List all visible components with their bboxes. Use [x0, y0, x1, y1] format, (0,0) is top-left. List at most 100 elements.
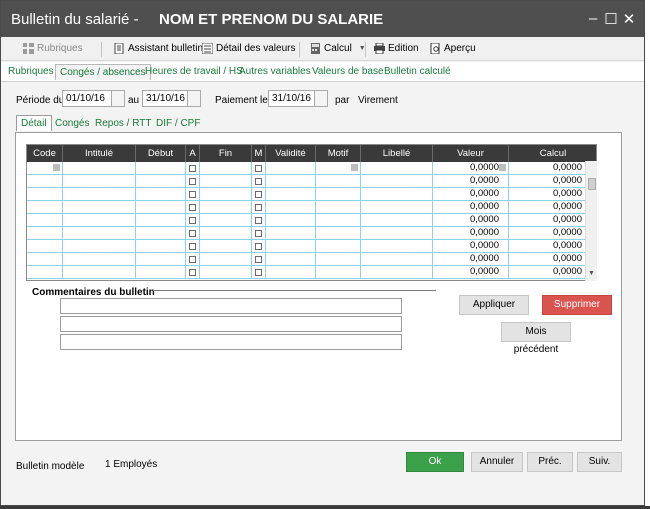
- table-cell[interactable]: 0,0000: [433, 201, 509, 214]
- table-cell[interactable]: [27, 201, 63, 214]
- annuler-button[interactable]: Annuler: [471, 452, 523, 472]
- table-cell[interactable]: [361, 227, 433, 240]
- table-cell[interactable]: 0,0000: [509, 240, 596, 253]
- tab-bulletin-calcule[interactable]: Bulletin calculé: [384, 66, 451, 77]
- lookup-icon[interactable]: [351, 164, 358, 171]
- checkbox[interactable]: [189, 243, 196, 250]
- period-end-field[interactable]: 31/10/16: [142, 90, 188, 107]
- checkbox[interactable]: [255, 243, 262, 250]
- table-cell[interactable]: [252, 227, 266, 240]
- table-cell[interactable]: 0,0000: [509, 266, 596, 279]
- table-cell[interactable]: [361, 253, 433, 266]
- col-a[interactable]: A: [186, 145, 200, 162]
- checkbox[interactable]: [255, 269, 262, 276]
- table-cell[interactable]: [316, 201, 361, 214]
- table-cell[interactable]: [136, 201, 186, 214]
- table-cell[interactable]: [361, 266, 433, 279]
- col-libelle[interactable]: Libellé: [361, 145, 433, 162]
- comment-line-2[interactable]: [60, 316, 402, 332]
- table-cell[interactable]: [27, 214, 63, 227]
- table-cell[interactable]: [186, 266, 200, 279]
- table-cell[interactable]: 0,0000: [509, 175, 596, 188]
- tab-conges[interactable]: Congés: [55, 118, 89, 129]
- edition-button[interactable]: Edition: [374, 43, 419, 54]
- table-cell[interactable]: [27, 227, 63, 240]
- tab-valeurs-base[interactable]: Valeurs de base: [312, 66, 384, 77]
- col-fin[interactable]: Fin: [200, 145, 252, 162]
- comment-line-1[interactable]: [60, 298, 402, 314]
- table-cell[interactable]: [361, 162, 433, 175]
- table-cell[interactable]: 0,0000: [509, 214, 596, 227]
- tab-conges-absences[interactable]: Congés / absences: [55, 64, 151, 80]
- table-cell[interactable]: [252, 253, 266, 266]
- table-cell[interactable]: [266, 266, 316, 279]
- tab-rubriques[interactable]: Rubriques: [8, 66, 54, 77]
- table-cell[interactable]: [27, 175, 63, 188]
- table-cell[interactable]: [266, 227, 316, 240]
- period-start-field[interactable]: 01/10/16: [62, 90, 112, 107]
- col-motif[interactable]: Motif: [316, 145, 361, 162]
- comment-line-3[interactable]: [60, 334, 402, 350]
- table-cell[interactable]: [316, 227, 361, 240]
- table-cell[interactable]: 0,0000: [509, 188, 596, 201]
- maximize-button[interactable]: ☐: [603, 10, 619, 28]
- table-cell[interactable]: [27, 266, 63, 279]
- table-cell[interactable]: [200, 253, 252, 266]
- table-cell[interactable]: [186, 175, 200, 188]
- table-row[interactable]: 0,0000 0,0000: [27, 201, 596, 214]
- col-code[interactable]: Code: [27, 145, 63, 162]
- table-cell[interactable]: 0,0000: [509, 162, 596, 175]
- table-cell[interactable]: [316, 240, 361, 253]
- table-cell[interactable]: [63, 266, 136, 279]
- table-cell[interactable]: [63, 175, 136, 188]
- grid-scrollbar[interactable]: ▼: [585, 161, 597, 281]
- table-cell[interactable]: 0,0000: [433, 240, 509, 253]
- table-cell[interactable]: [266, 214, 316, 227]
- close-button[interactable]: ✕: [621, 10, 637, 28]
- scroll-down-icon[interactable]: ▼: [588, 270, 595, 277]
- table-row[interactable]: 0,0000 0,0000: [27, 253, 596, 266]
- table-cell[interactable]: [27, 253, 63, 266]
- table-cell[interactable]: 0,0000: [433, 162, 509, 175]
- table-cell[interactable]: [361, 201, 433, 214]
- mois-precedent-button[interactable]: Mois précédent: [501, 322, 571, 355]
- table-cell[interactable]: [200, 201, 252, 214]
- period-end-calendar-button[interactable]: [187, 90, 201, 107]
- checkbox[interactable]: [189, 191, 196, 198]
- col-intitule[interactable]: Intitulé: [63, 145, 136, 162]
- table-cell[interactable]: [63, 214, 136, 227]
- table-cell[interactable]: 0,0000: [433, 227, 509, 240]
- table-cell[interactable]: [200, 175, 252, 188]
- table-cell[interactable]: [63, 227, 136, 240]
- table-cell[interactable]: [266, 162, 316, 175]
- table-cell[interactable]: [136, 227, 186, 240]
- table-cell[interactable]: [63, 253, 136, 266]
- table-cell[interactable]: [200, 188, 252, 201]
- table-cell[interactable]: [27, 188, 63, 201]
- checkbox[interactable]: [189, 165, 196, 172]
- tab-autres-variables[interactable]: Autres variables: [239, 66, 311, 77]
- table-cell[interactable]: 0,0000: [433, 188, 509, 201]
- scrollbar-thumb[interactable]: [588, 178, 596, 190]
- table-cell[interactable]: [186, 253, 200, 266]
- table-cell[interactable]: [266, 240, 316, 253]
- table-cell[interactable]: [316, 214, 361, 227]
- checkbox[interactable]: [255, 230, 262, 237]
- col-validite[interactable]: Validité: [266, 145, 316, 162]
- table-cell[interactable]: [186, 201, 200, 214]
- table-row[interactable]: 0,0000 0,0000: [27, 175, 596, 188]
- table-cell[interactable]: [252, 188, 266, 201]
- table-cell[interactable]: [136, 214, 186, 227]
- period-start-calendar-button[interactable]: [111, 90, 125, 107]
- table-cell[interactable]: [63, 188, 136, 201]
- table-cell[interactable]: [200, 266, 252, 279]
- table-cell[interactable]: [200, 162, 252, 175]
- checkbox[interactable]: [189, 204, 196, 211]
- table-cell[interactable]: [136, 188, 186, 201]
- table-cell[interactable]: [316, 266, 361, 279]
- table-cell[interactable]: [361, 214, 433, 227]
- table-cell[interactable]: [361, 240, 433, 253]
- table-cell[interactable]: 0,0000: [433, 253, 509, 266]
- checkbox[interactable]: [255, 165, 262, 172]
- table-row[interactable]: 0,0000 0,0000: [27, 266, 596, 279]
